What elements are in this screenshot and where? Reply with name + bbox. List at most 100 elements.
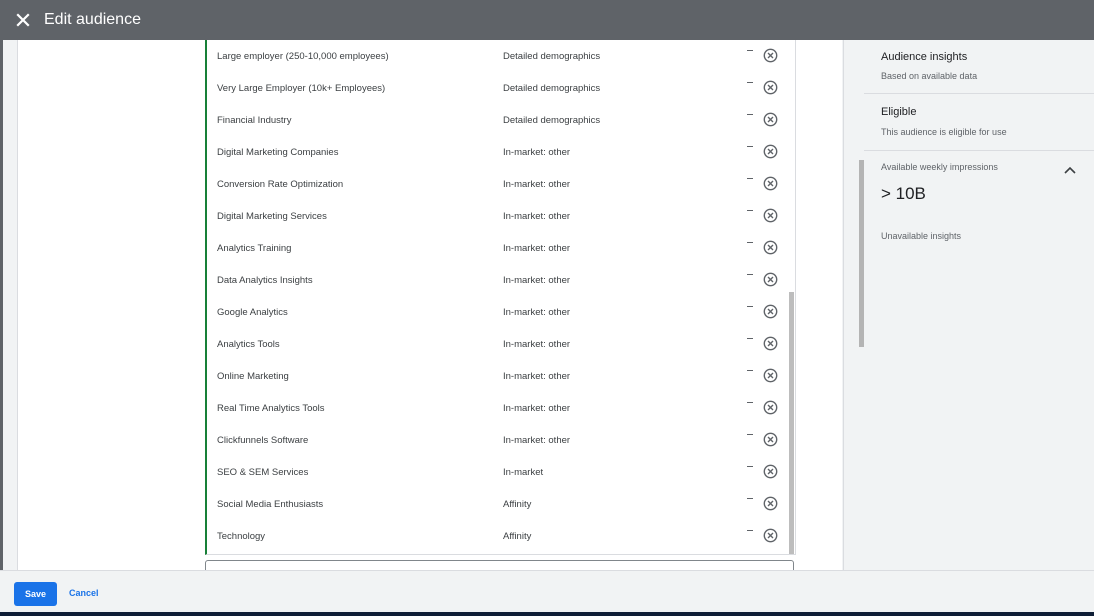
segment-name: Real Time Analytics Tools xyxy=(217,402,325,414)
minus-icon xyxy=(747,434,753,435)
segment-name: Clickfunnels Software xyxy=(217,434,309,446)
audience-segments-list: Large employer (250-10,000 employees) Det… xyxy=(205,40,796,555)
table-row: Social Media Enthusiasts Affinity xyxy=(207,488,789,520)
minus-icon xyxy=(747,402,753,403)
audience-insights-section: Audience insights Based on available dat… xyxy=(864,40,1094,94)
segment-name: Technology xyxy=(217,530,266,542)
save-button[interactable]: Save xyxy=(14,582,57,606)
minus-icon xyxy=(747,530,753,531)
taskbar-edge xyxy=(0,612,1094,616)
remove-circle-icon[interactable] xyxy=(763,144,778,159)
table-row: Analytics Tools In-market: other xyxy=(207,328,789,360)
main-scrollbar-track xyxy=(843,40,865,570)
remove-circle-icon[interactable] xyxy=(763,240,778,255)
page-title: Edit audience xyxy=(44,11,141,28)
segment-category: In-market: other xyxy=(503,146,571,158)
eligibility-section: Eligible This audience is eligible for u… xyxy=(864,94,1094,151)
remove-circle-icon[interactable] xyxy=(763,464,778,479)
minus-icon xyxy=(747,146,753,147)
remove-circle-icon[interactable] xyxy=(763,304,778,319)
insights-title: Audience insights xyxy=(881,51,968,63)
table-row: Online Marketing In-market: other xyxy=(207,360,789,392)
table-row: Very Large Employer (10k+ Employees) Deta… xyxy=(207,72,789,104)
remove-circle-icon[interactable] xyxy=(763,496,778,511)
remove-circle-icon[interactable] xyxy=(763,400,778,415)
segment-name: Financial Industry xyxy=(217,114,292,126)
minus-icon xyxy=(747,50,753,51)
table-row: Financial Industry Detailed demographics xyxy=(207,104,789,136)
segment-category: In-market: other xyxy=(503,178,571,190)
minus-icon xyxy=(747,306,753,307)
chevron-up-icon[interactable] xyxy=(1064,161,1076,179)
segment-name: Digital Marketing Companies xyxy=(217,146,339,158)
remove-circle-icon[interactable] xyxy=(763,176,778,191)
table-row: Conversion Rate Optimization In-market: o… xyxy=(207,168,789,200)
minus-icon xyxy=(747,274,753,275)
remove-circle-icon[interactable] xyxy=(763,368,778,383)
insights-sidebar: Audience insights Based on available dat… xyxy=(864,40,1094,570)
segment-category: In-market: other xyxy=(503,306,571,318)
impressions-label: Available weekly impressions xyxy=(881,162,998,172)
remove-circle-icon[interactable] xyxy=(763,208,778,223)
minus-icon xyxy=(747,114,753,115)
eligible-subtitle: This audience is eligible for use xyxy=(881,127,1007,137)
segment-category: Affinity xyxy=(503,498,532,510)
remove-circle-icon[interactable] xyxy=(763,80,778,95)
table-row: SEO & SEM Services In-market xyxy=(207,456,789,488)
segment-name: Online Marketing xyxy=(217,370,289,382)
minus-icon xyxy=(747,210,753,211)
segment-category: In-market xyxy=(503,466,544,478)
table-row: Technology Affinity xyxy=(207,520,789,552)
segment-category: In-market: other xyxy=(503,434,571,446)
segment-name: Very Large Employer (10k+ Employees) xyxy=(217,82,386,94)
remove-circle-icon[interactable] xyxy=(763,528,778,543)
minus-icon xyxy=(747,466,753,467)
remove-circle-icon[interactable] xyxy=(763,336,778,351)
footer-bar: Save Cancel xyxy=(0,570,1094,613)
segment-category: In-market: other xyxy=(503,242,571,254)
eligible-title: Eligible xyxy=(881,106,917,118)
minus-icon xyxy=(747,242,753,243)
table-row: Digital Marketing Services In-market: oth… xyxy=(207,200,789,232)
remove-circle-icon[interactable] xyxy=(763,432,778,447)
segment-name: Google Analytics xyxy=(217,306,288,318)
segment-category: In-market: other xyxy=(503,370,571,382)
left-gutter xyxy=(3,40,18,570)
unavailable-insights: Unavailable insights xyxy=(881,231,962,241)
segment-category: In-market: other xyxy=(503,274,571,286)
table-row: Analytics Training In-market: other xyxy=(207,232,789,264)
table-row: Real Time Analytics Tools In-market: othe… xyxy=(207,392,789,424)
segment-category: Affinity xyxy=(503,530,532,542)
insights-subtitle: Based on available data xyxy=(881,71,978,81)
table-row: Data Analytics Insights In-market: other xyxy=(207,264,789,296)
table-row: Digital Marketing Companies In-market: ot… xyxy=(207,136,789,168)
segment-category: In-market: other xyxy=(503,210,571,222)
header-bar: Edit audience xyxy=(0,0,1094,40)
close-icon[interactable] xyxy=(16,13,30,27)
list-scrollbar[interactable] xyxy=(789,292,794,554)
main-content: Large employer (250-10,000 employees) Det… xyxy=(18,40,842,570)
minus-icon xyxy=(747,370,753,371)
minus-icon xyxy=(747,338,753,339)
minus-icon xyxy=(747,498,753,499)
segment-name: Large employer (250-10,000 employees) xyxy=(217,50,389,62)
segment-category: In-market: other xyxy=(503,338,571,350)
segment-category: Detailed demographics xyxy=(503,82,601,94)
cancel-button[interactable]: Cancel xyxy=(69,588,99,598)
segment-name: SEO & SEM Services xyxy=(217,466,309,478)
remove-circle-icon[interactable] xyxy=(763,112,778,127)
minus-icon xyxy=(747,178,753,179)
segment-name: Digital Marketing Services xyxy=(217,210,327,222)
segment-name: Data Analytics Insights xyxy=(217,274,313,286)
segment-name: Social Media Enthusiasts xyxy=(217,498,324,510)
segment-name: Analytics Training xyxy=(217,242,292,254)
remove-circle-icon[interactable] xyxy=(763,272,778,287)
segment-name: Conversion Rate Optimization xyxy=(217,178,344,190)
segment-name: Analytics Tools xyxy=(217,338,280,350)
remove-circle-icon[interactable] xyxy=(763,48,778,63)
minus-icon xyxy=(747,82,753,83)
table-row: Clickfunnels Software In-market: other xyxy=(207,424,789,456)
impressions-value: > 10B xyxy=(881,184,926,203)
segment-search-box[interactable] xyxy=(205,560,794,570)
segment-category: In-market: other xyxy=(503,402,571,414)
